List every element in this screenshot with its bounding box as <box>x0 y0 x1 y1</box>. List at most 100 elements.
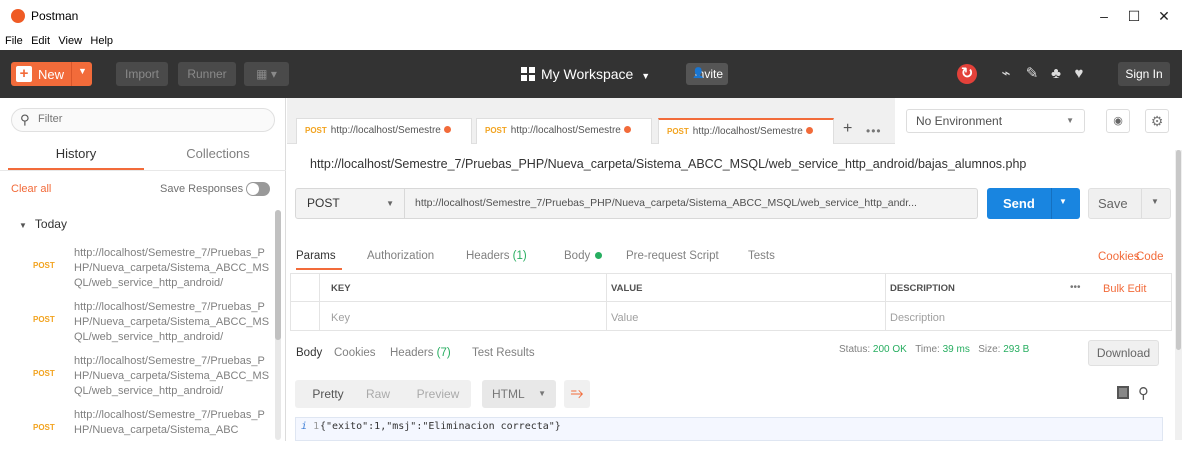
add-user-icon: 👤 <box>692 68 705 79</box>
preview-button[interactable]: Preview <box>408 380 468 408</box>
chevron-down-icon: ▼ <box>1066 116 1074 125</box>
body-indicator-dot-icon <box>595 252 603 259</box>
response-headers-label: Headers <box>390 347 434 359</box>
send-button[interactable]: Send ▼ <box>987 188 1080 219</box>
response-tab-test-results[interactable]: Test Results <box>472 347 535 359</box>
unsaved-dot-icon <box>443 126 451 133</box>
environment-selected: No Environment <box>916 114 1003 128</box>
history-item[interactable]: POST http://localhost/Semestre_7/Pruebas… <box>0 405 275 459</box>
notifications-bell-icon[interactable]: ♣ <box>1046 64 1066 84</box>
close-button[interactable]: ✕ <box>1154 6 1174 26</box>
tab-prerequest-script[interactable]: Pre-request Script <box>626 250 719 262</box>
more-options-icon[interactable]: ••• <box>1070 282 1081 293</box>
response-tab-headers[interactable]: Headers (7) <box>390 347 451 359</box>
minimize-button[interactable]: – <box>1094 6 1114 26</box>
satellite-icon[interactable]: ⌁ <box>996 64 1016 84</box>
save-responses-toggle[interactable] <box>246 182 270 196</box>
response-tab-cookies[interactable]: Cookies <box>334 347 376 359</box>
code-link[interactable]: Code <box>1136 251 1164 263</box>
new-dropdown-caret-icon[interactable]: ▼ <box>78 66 87 76</box>
history-item[interactable]: POST http://localhost/Semestre_7/Pruebas… <box>0 297 275 351</box>
time-value[interactable]: 39 ms <box>943 344 970 355</box>
settings-wrench-icon[interactable]: ✎ <box>1022 64 1042 84</box>
history-item-method: POST <box>33 423 55 432</box>
tab-collections[interactable]: Collections <box>150 146 286 161</box>
add-tab-icon[interactable]: + <box>843 120 852 138</box>
tab-history[interactable]: History <box>8 146 144 161</box>
main-scrollbar[interactable] <box>1175 150 1182 440</box>
info-marker-icon: i <box>301 421 308 432</box>
menu-edit[interactable]: Edit <box>31 32 50 50</box>
new-window-button[interactable]: ▦ ▾ <box>244 62 289 86</box>
filter-input[interactable] <box>38 113 258 125</box>
unsaved-dot-icon <box>805 127 813 134</box>
invite-button[interactable]: 👤 Invite <box>686 63 728 85</box>
status-value[interactable]: 200 OK <box>873 344 907 355</box>
workspace-selector[interactable]: My Workspace ▼ <box>521 64 650 86</box>
value-input[interactable]: Value <box>611 312 638 324</box>
tab-tests[interactable]: Tests <box>748 250 775 262</box>
request-tab[interactable]: POST http://localhost/Semestre <box>476 118 652 144</box>
history-item[interactable]: POST http://localhost/Semestre_7/Pruebas… <box>0 351 275 405</box>
history-item-url: http://localhost/Semestre_7/Pruebas_PHP/… <box>74 301 270 343</box>
response-status: Status: 200 OK Time: 39 ms Size: 293 B <box>839 344 1029 355</box>
sync-icon[interactable]: ↻ <box>957 64 977 84</box>
workspace-grid-icon <box>521 67 535 81</box>
send-dropdown-icon[interactable]: ▼ <box>1059 197 1067 206</box>
response-tab-body[interactable]: Body <box>296 347 322 359</box>
tab-history-underline <box>8 168 144 170</box>
menu-help[interactable]: Help <box>90 32 113 50</box>
method-select[interactable]: POST ▼ <box>295 188 405 219</box>
import-button[interactable]: Import <box>116 62 168 86</box>
size-value[interactable]: 293 B <box>1003 344 1029 355</box>
menu-view[interactable]: View <box>58 32 82 50</box>
tab-params[interactable]: Params <box>296 250 336 262</box>
sidebar-scrollbar[interactable] <box>275 210 281 440</box>
size-label: Size: <box>978 344 1001 355</box>
history-group-today[interactable]: ▼ Today <box>19 217 67 231</box>
description-input[interactable]: Description <box>890 312 945 324</box>
save-dropdown-icon[interactable]: ▼ <box>1151 197 1159 206</box>
tab-authorization[interactable]: Authorization <box>367 250 434 262</box>
request-tab-active[interactable]: POST http://localhost/Semestre <box>658 118 834 144</box>
runner-button[interactable]: Runner <box>178 62 236 86</box>
maximize-button[interactable]: ☐ <box>1124 6 1144 26</box>
gear-icon[interactable]: ⚙ <box>1145 109 1169 133</box>
environment-select[interactable]: No Environment ▼ <box>906 109 1085 133</box>
menu-bar: File Edit View Help <box>0 32 1182 50</box>
url-input[interactable]: http://localhost/Semestre_7/Pruebas_PHP/… <box>405 188 978 219</box>
request-tab-label: http://localhost/Semestre <box>330 125 441 136</box>
more-tabs-icon[interactable]: ••• <box>866 124 882 138</box>
save-button[interactable]: Save ▼ <box>1088 188 1171 219</box>
history-item[interactable]: POST http://localhost/Semestre_7/Pruebas… <box>0 243 275 297</box>
new-button[interactable]: + New ▼ <box>11 62 92 86</box>
search-icon[interactable]: ⚲ <box>1138 384 1149 402</box>
workspace-caret-icon: ▼ <box>641 71 651 81</box>
request-tab[interactable]: POST http://localhost/Semestre <box>296 118 472 144</box>
window-title: Postman <box>31 9 79 23</box>
headers-count: (1) <box>512 250 527 262</box>
cookies-link[interactable]: Cookies <box>1098 251 1140 263</box>
raw-button[interactable]: Raw <box>358 380 398 408</box>
pretty-button[interactable]: Pretty <box>303 380 353 408</box>
format-select[interactable]: HTML ▼ <box>482 380 556 408</box>
request-tab-method: POST <box>305 126 327 135</box>
download-button[interactable]: Download <box>1088 340 1159 366</box>
wrap-lines-icon[interactable]: ⥱ <box>564 380 590 408</box>
bulk-edit-link[interactable]: Bulk Edit <box>1103 283 1146 295</box>
clear-all-link[interactable]: Clear all <box>11 183 51 195</box>
request-tab-label: http://localhost/Semestre <box>692 126 803 137</box>
key-input[interactable]: Key <box>331 312 350 324</box>
response-body-editor[interactable]: i 1 {"exito":1,"msj":"Eliminacion correc… <box>295 417 1163 441</box>
heart-icon[interactable]: ♥ <box>1069 64 1089 84</box>
copy-icon[interactable] <box>1117 386 1129 399</box>
menu-file[interactable]: File <box>5 32 23 50</box>
tab-headers[interactable]: Headers (1) <box>466 250 527 262</box>
eye-icon[interactable]: ◉ <box>1106 109 1130 133</box>
request-tab-label: http://localhost/Semestre <box>510 125 621 136</box>
sign-in-button[interactable]: Sign In <box>1118 62 1170 86</box>
tab-body[interactable]: Body <box>564 250 603 262</box>
new-window-icon: ▦ ▾ <box>256 67 277 81</box>
filter-box[interactable]: ⚲ <box>11 108 275 132</box>
history-item-url: http://localhost/Semestre_7/Pruebas_PHP/… <box>74 247 270 289</box>
